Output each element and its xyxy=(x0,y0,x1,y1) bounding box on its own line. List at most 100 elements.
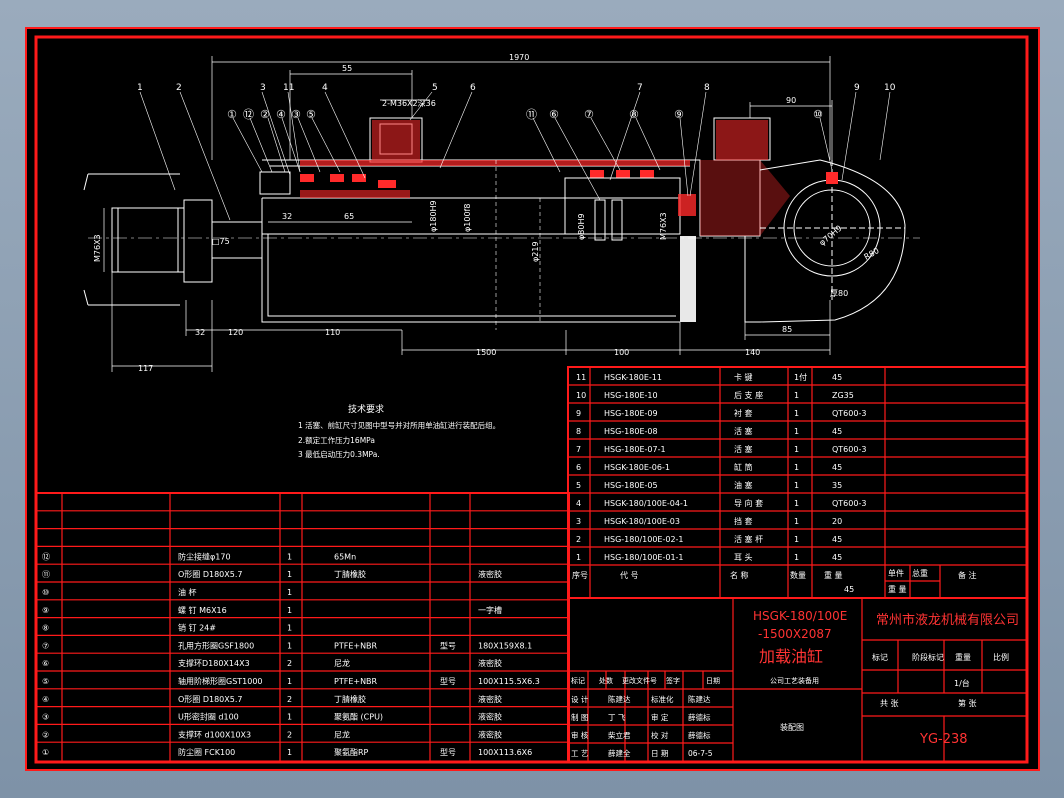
circ-8: ⑧ xyxy=(629,108,639,121)
balloon-10: 10 xyxy=(884,83,896,93)
circ-12: ⑫ xyxy=(243,108,254,121)
seal-name: 防尘圈 FCK100 xyxy=(178,747,235,757)
dim-85: 85 xyxy=(782,325,792,334)
part-material: QT600-3 xyxy=(832,499,866,508)
seal-name: 销 钉 24# xyxy=(178,623,216,633)
seal-qty: 1 xyxy=(287,606,292,615)
seal-material: 尼龙 xyxy=(334,729,350,739)
seal-material: 丁腈橡胶 xyxy=(334,694,366,704)
dim-117: 117 xyxy=(138,364,153,373)
dim-90: 90 xyxy=(786,96,796,105)
balloon-5: 5 xyxy=(432,83,438,93)
seal-qty: 1 xyxy=(287,677,292,686)
seal-qty: 1 xyxy=(287,588,292,597)
role-name-2: 薛德标 xyxy=(688,712,711,722)
circ-5: ⑤ xyxy=(306,108,316,121)
dim-thick80: 厚80 xyxy=(830,289,848,298)
parts-header-total: 总重 xyxy=(912,568,928,578)
seal-name: U形密封圈 d100 xyxy=(178,712,239,722)
parts-header-material-label: 重 量 xyxy=(824,570,843,580)
part-code: HSG-180/100E-02-1 xyxy=(604,535,684,544)
part-material: 35 xyxy=(832,481,842,490)
parts-header-code: 代 号 xyxy=(620,570,639,580)
seal-qty: 2 xyxy=(287,730,292,739)
seal-name: 轴用阶梯形圈GST1000 xyxy=(178,676,263,686)
assembly-label: 装配图 xyxy=(780,722,804,732)
dim-port: 2-M36X2深36 xyxy=(382,99,436,108)
role-label-2: 标准化 xyxy=(651,694,674,704)
seal-type-label: 型号 xyxy=(440,677,456,686)
role-name: 柴立君 xyxy=(608,730,631,740)
seal-spec: 100X113.6X6 xyxy=(478,748,532,757)
seal-no: ⑫ xyxy=(42,552,50,561)
dim-m76b: M76X3 xyxy=(93,234,102,262)
parts-header-qty: 数量 xyxy=(790,570,806,580)
part-code: HSG-180E-07-1 xyxy=(604,445,666,454)
part-qty: 1 xyxy=(794,535,799,544)
drawing-number: YG-238 xyxy=(919,732,968,747)
part-qty: 1 xyxy=(794,427,799,436)
part-material: QT600-3 xyxy=(832,409,866,418)
dim-100: 100 xyxy=(614,348,629,357)
rev-col-date: 日期 xyxy=(706,677,720,685)
seal-no: ⑤ xyxy=(42,677,49,686)
part-code: HSGK-180E-11 xyxy=(604,373,662,382)
part-name: 导 向 套 xyxy=(734,498,763,508)
role-name-2: 陈建达 xyxy=(688,694,711,704)
role-label: 工 艺 xyxy=(571,749,588,758)
part-material: 20 xyxy=(832,517,842,526)
drawing-name: 加载油缸 xyxy=(759,647,823,666)
parts-header-no: 序号 xyxy=(572,570,588,580)
seal-material: PTFE+NBR xyxy=(334,641,378,650)
part-no: 8 xyxy=(576,427,581,436)
dim-55: 55 xyxy=(342,64,352,73)
part-code: HSG-180/100E-01-1 xyxy=(604,553,684,562)
role-label: 设 计 xyxy=(571,694,589,704)
role-name-2: 薛德标 xyxy=(688,730,711,740)
seal-type-label: 型号 xyxy=(440,748,456,757)
seal-no: ② xyxy=(42,730,49,739)
balloon-8: 8 xyxy=(704,83,710,93)
part-no: 5 xyxy=(576,481,581,490)
parts-header-weight: 重 量 xyxy=(888,584,907,594)
balloon-4: 4 xyxy=(322,83,328,93)
part-material: 45 xyxy=(832,463,842,472)
dim-120: 120 xyxy=(228,328,243,337)
parts-header-name: 名 称 xyxy=(730,570,749,580)
part-no: 2 xyxy=(576,535,581,544)
seal-material: 65Mn xyxy=(334,552,356,561)
seal-name: 支撑环 d100X10X3 xyxy=(178,729,251,739)
part-qty: 1 xyxy=(794,463,799,472)
seal-spec: 液密胶 xyxy=(478,712,502,722)
balloon-3: 3 xyxy=(260,83,266,93)
dim-sq75: □75 xyxy=(212,237,230,246)
circ-1: ① xyxy=(227,108,237,121)
balloon-2: 2 xyxy=(176,83,182,93)
rev-col-count: 处数 xyxy=(599,676,613,685)
balloon-9: 9 xyxy=(854,83,860,93)
seal-qty: 1 xyxy=(287,713,292,722)
part-qty: 1 xyxy=(794,391,799,400)
dim-d80: φ80H9 xyxy=(577,213,586,240)
seal-name: O形圈 D180X5.7 xyxy=(178,695,242,704)
seal-name: 防尘接缝φ170 xyxy=(178,551,231,561)
notes-line-3: 3 最低启动压力0.3MPa. xyxy=(298,449,380,459)
notes-title: 技术要求 xyxy=(348,403,384,415)
seal-qty: 1 xyxy=(287,641,292,650)
part-name: 卡 键 xyxy=(734,372,753,382)
part-qty: 1 xyxy=(794,445,799,454)
part-name: 活 塞 xyxy=(734,426,753,436)
cad-drawing: 1970 55 90 32 65 32 120 110 1500 100 140… xyxy=(25,27,1040,771)
part-name: 后 支 座 xyxy=(734,390,763,400)
role-name: 丁 飞 xyxy=(608,713,626,722)
dim-110: 110 xyxy=(325,328,340,337)
seal-no: ⑦ xyxy=(42,641,49,650)
part-no: 11 xyxy=(576,373,586,382)
rev-col-doc: 更改文件号 xyxy=(622,676,657,685)
part-no: 7 xyxy=(576,445,581,454)
sheet-count: 共 张 xyxy=(880,699,899,708)
ratio: 1/台 xyxy=(954,678,970,688)
seal-material: 尼龙 xyxy=(334,658,350,668)
dim-1500: 1500 xyxy=(476,348,496,357)
part-no: 1 xyxy=(576,553,581,562)
